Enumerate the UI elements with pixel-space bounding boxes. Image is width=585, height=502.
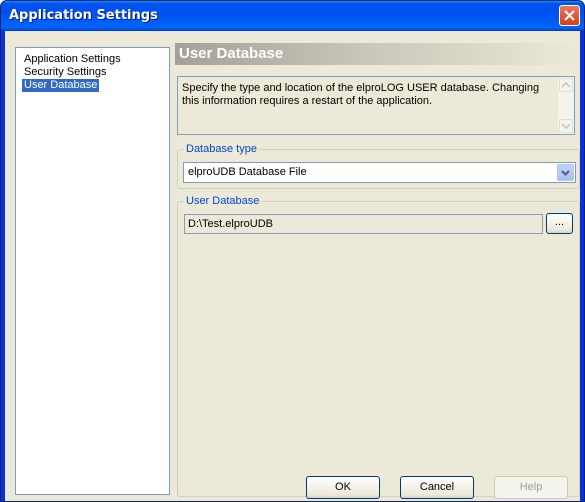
- browse-button[interactable]: ...: [546, 213, 573, 234]
- description-scrollbar[interactable]: [558, 77, 574, 134]
- database-type-select[interactable]: elproUDB Database File: [183, 162, 576, 183]
- settings-window: Application Settings Application Setting…: [0, 0, 585, 502]
- dialog-body: Application Settings Security Settings U…: [5, 31, 580, 501]
- help-button[interactable]: Help: [494, 476, 568, 499]
- settings-nav-list[interactable]: Application Settings Security Settings U…: [15, 47, 170, 495]
- nav-item-security-settings[interactable]: Security Settings: [22, 66, 109, 79]
- close-icon: [564, 10, 575, 21]
- database-type-value: elproUDB Database File: [188, 166, 307, 178]
- section-title: User Database: [175, 43, 578, 65]
- ok-button[interactable]: OK: [306, 476, 380, 499]
- user-database-path-field[interactable]: D:\Test.elproUDB: [184, 214, 543, 234]
- description-text: Specify the type and location of the elp…: [182, 82, 540, 107]
- nav-item-user-database[interactable]: User Database: [22, 79, 100, 92]
- chevron-down-icon: [562, 123, 570, 129]
- cancel-button[interactable]: Cancel: [400, 476, 474, 499]
- database-type-label: Database type: [184, 142, 259, 156]
- database-type-dropdown-button[interactable]: [557, 164, 574, 181]
- user-database-path: D:\Test.elproUDB: [188, 218, 273, 230]
- title-bar[interactable]: Application Settings: [1, 1, 584, 31]
- chevron-down-icon: [561, 170, 570, 176]
- user-database-label: User Database: [184, 194, 262, 208]
- scroll-up-button[interactable]: [559, 78, 573, 92]
- nav-item-application-settings[interactable]: Application Settings: [22, 53, 123, 66]
- user-database-group: User Database: [177, 194, 580, 497]
- chevron-up-icon: [562, 82, 570, 88]
- close-button[interactable]: [559, 5, 580, 26]
- scroll-down-button[interactable]: [559, 119, 573, 133]
- description-box: Specify the type and location of the elp…: [177, 76, 575, 135]
- window-title: Application Settings: [9, 8, 158, 23]
